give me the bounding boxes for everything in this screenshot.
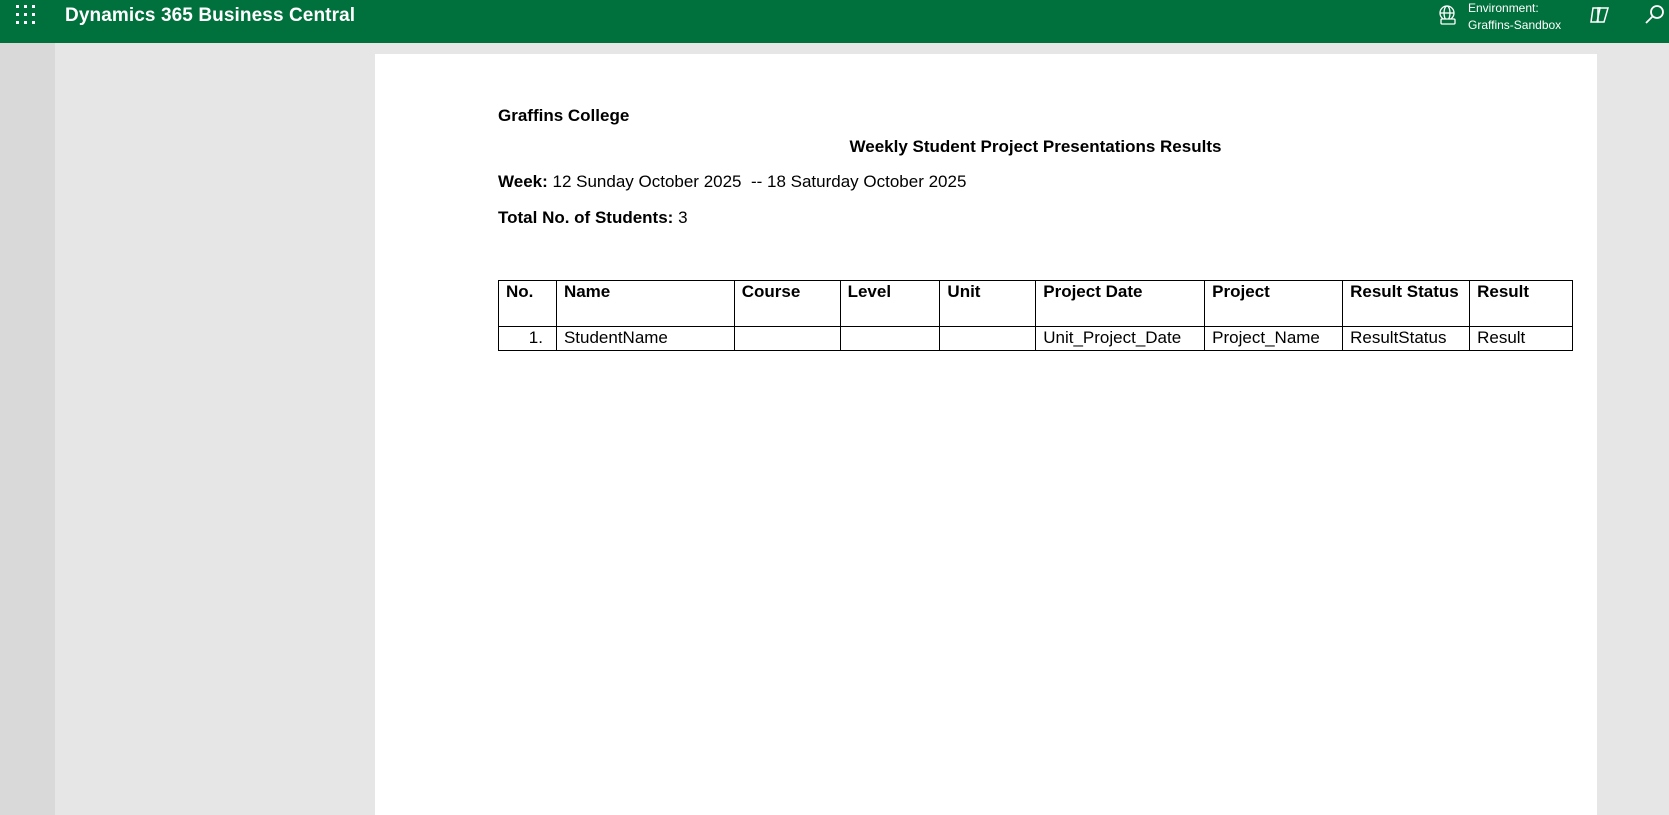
cell-result: Result <box>1469 326 1573 351</box>
cell-unit <box>939 326 1037 351</box>
total-students-value: 3 <box>673 208 688 227</box>
column-header-no: No. <box>498 280 557 327</box>
week-line: Week: 12 Sunday October 2025 -- 18 Satur… <box>498 172 966 192</box>
total-students-line: Total No. of Students: 3 <box>498 208 688 228</box>
results-table: No. Name Course Level Unit Project Date … <box>498 280 1573 351</box>
left-panel <box>0 43 55 815</box>
environment-name: Graffins-Sandbox <box>1468 18 1562 32</box>
environment-info[interactable]: Environment: Graffins-Sandbox <box>1468 0 1561 34</box>
copilot-icon[interactable] <box>1587 3 1611 27</box>
column-header-level: Level <box>839 280 941 327</box>
cell-project-date: Unit_Project_Date <box>1035 326 1206 351</box>
cell-level <box>839 326 941 351</box>
table-row: 1. StudentName Unit_Project_Date Project… <box>498 326 1573 351</box>
table-header-row: No. Name Course Level Unit Project Date … <box>498 280 1573 327</box>
column-header-course: Course <box>733 280 841 327</box>
cell-result-status: ResultStatus <box>1342 326 1471 351</box>
search-icon[interactable] <box>1643 3 1667 27</box>
company-name: Graffins College <box>498 106 630 125</box>
column-header-project: Project <box>1204 280 1344 327</box>
week-value: 12 Sunday October 2025 -- 18 Saturday Oc… <box>547 172 967 191</box>
total-students-label: Total No. of Students: <box>498 208 674 227</box>
column-header-unit: Unit <box>939 280 1037 327</box>
cell-no: 1. <box>498 326 557 351</box>
environment-label: Environment: <box>1468 1 1539 15</box>
cell-project: Project_Name <box>1204 326 1344 351</box>
app-launcher-icon[interactable] <box>15 4 37 26</box>
app-title[interactable]: Dynamics 365 Business Central <box>65 5 355 27</box>
report-page: Graffins College Weekly Student Project … <box>375 54 1597 815</box>
top-bar: Dynamics 365 Business Central Environmen… <box>0 0 1669 43</box>
week-label: Week: <box>498 172 548 191</box>
cell-name: StudentName <box>555 326 735 351</box>
column-header-project-date: Project Date <box>1035 280 1206 327</box>
environment-globe-icon <box>1437 4 1459 26</box>
report-title: Weekly Student Project Presentations Res… <box>849 137 1222 156</box>
cell-course <box>733 326 841 351</box>
column-header-name: Name <box>555 280 735 327</box>
column-header-result-status: Result Status <box>1342 280 1471 327</box>
column-header-result: Result <box>1469 280 1573 327</box>
